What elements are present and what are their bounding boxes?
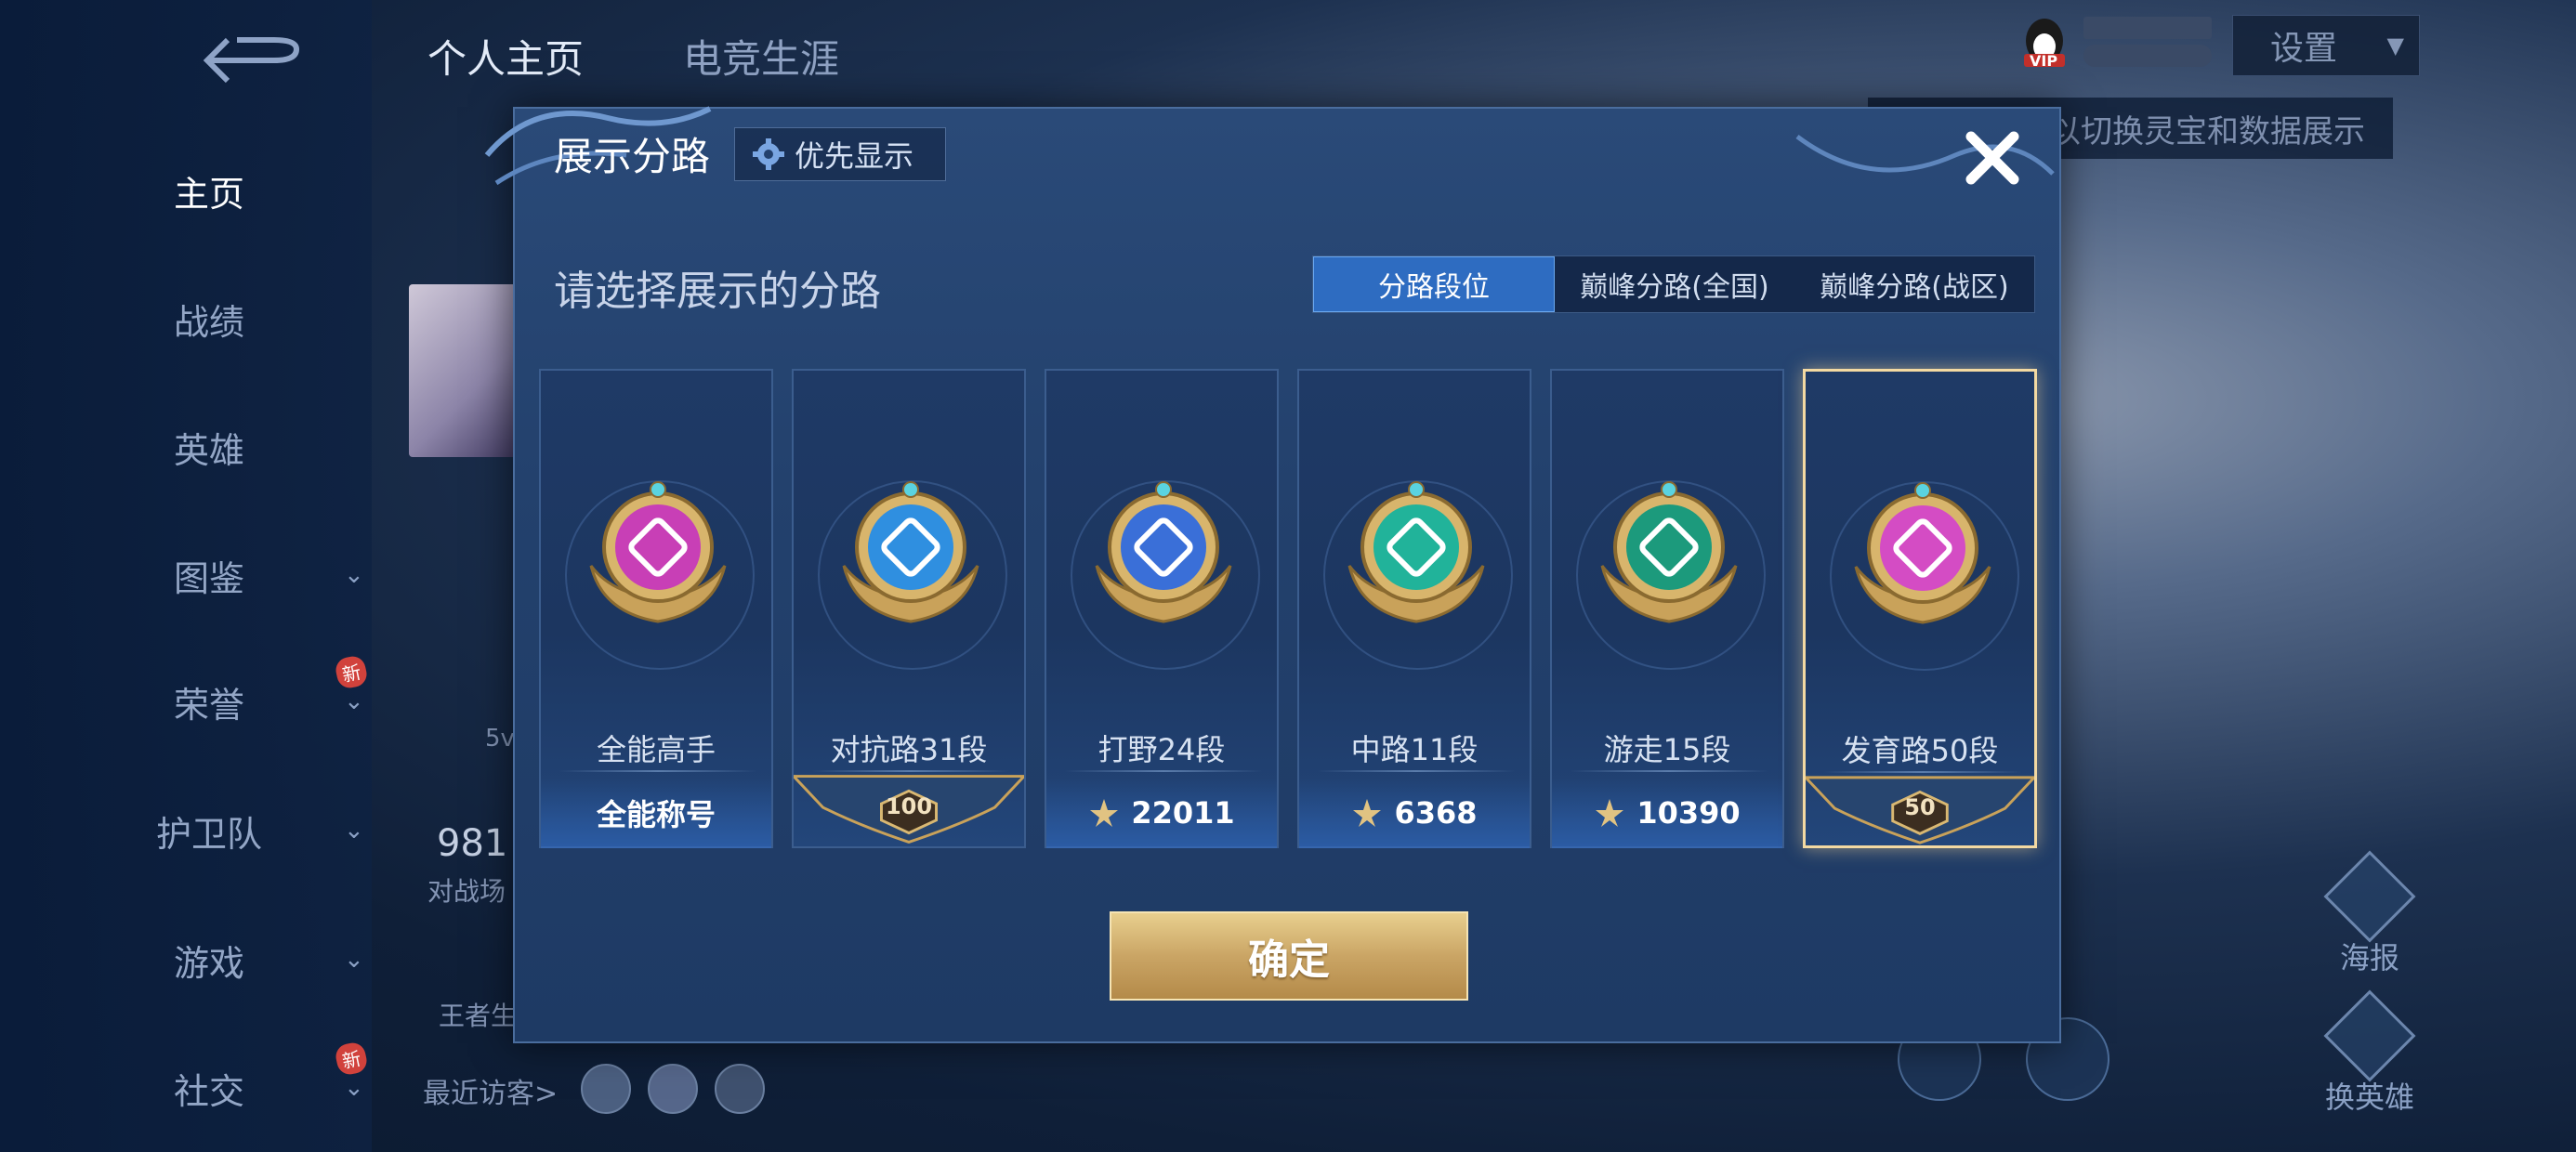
back-icon[interactable] bbox=[200, 33, 302, 88]
tab-personal-home[interactable]: 个人主页 bbox=[427, 28, 584, 93]
sidebar-item-label: 战绩 bbox=[173, 301, 244, 343]
roam-icon bbox=[1600, 481, 1738, 623]
lane-card[interactable]: 对抗路31段 100 bbox=[792, 369, 1026, 848]
lane-card[interactable]: 游走15段 10390 bbox=[1550, 369, 1784, 848]
sidebar-item-label: 护卫队 bbox=[155, 813, 262, 855]
priority-label: 优先显示 bbox=[795, 138, 914, 174]
tab-lane-rank[interactable]: 分路段位 bbox=[1313, 256, 1555, 312]
lane-value: 全能称号 bbox=[596, 797, 716, 832]
vip-label: VIP bbox=[2030, 52, 2058, 70]
lane-name: 发育路50段 bbox=[1841, 733, 1999, 768]
stat-label: 对战场 bbox=[427, 876, 506, 907]
poster-button[interactable]: 海报 bbox=[2314, 850, 2425, 977]
clash-lane-icon bbox=[842, 481, 979, 623]
lane-name: 游走15段 bbox=[1603, 732, 1731, 767]
chevron-down-icon: ⌄ bbox=[344, 687, 364, 715]
sidebar-item-label: 英雄 bbox=[173, 429, 244, 471]
title-label: 全能称号 bbox=[541, 778, 771, 848]
partial-text: 王者生 bbox=[439, 1001, 518, 1031]
tab-peak-region[interactable]: 巅峰分路(战区) bbox=[1794, 256, 2034, 312]
farm-lane-icon bbox=[1854, 482, 1991, 624]
tab-esports-career[interactable]: 电竞生涯 bbox=[683, 28, 839, 93]
lane-points: 6368 bbox=[1299, 778, 1530, 848]
poster-label: 海报 bbox=[2339, 940, 2399, 975]
lane-name: 打野24段 bbox=[1097, 732, 1226, 767]
lane-card[interactable]: 打野24段 22011 bbox=[1045, 369, 1279, 848]
lane-value: 6368 bbox=[1394, 795, 1478, 831]
tab-peak-national[interactable]: 巅峰分路(全国) bbox=[1555, 256, 1794, 312]
poster-icon bbox=[2323, 850, 2416, 943]
sidebar-item-home[interactable]: 主页 bbox=[139, 163, 362, 218]
priority-display-button[interactable]: 优先显示 bbox=[734, 127, 946, 181]
sidebar-item-heroes[interactable]: 英雄 bbox=[139, 419, 362, 475]
avatar bbox=[409, 284, 520, 457]
lane-name: 对抗路31段 bbox=[830, 732, 988, 767]
power-icon bbox=[1353, 799, 1382, 827]
avatar[interactable] bbox=[581, 1064, 631, 1114]
gear-icon bbox=[753, 138, 784, 170]
power-icon bbox=[1090, 799, 1119, 827]
lane-value: 22011 bbox=[1131, 795, 1235, 831]
chevron-down-icon: ⌄ bbox=[344, 561, 364, 589]
rank-number: 50 bbox=[1904, 794, 1936, 820]
lane-card[interactable]: 全能高手 全能称号 bbox=[539, 369, 773, 848]
sidebar-item-honor[interactable]: 荣誉 ⌄ 新 bbox=[139, 654, 370, 729]
chevron-down-icon: ▼ bbox=[2386, 33, 2404, 59]
chevron-down-icon: ⌄ bbox=[344, 1074, 364, 1102]
sidebar-item-games[interactable]: 游戏 ⌄ bbox=[139, 932, 364, 988]
recent-visitors-link[interactable]: 最近访客> bbox=[423, 1070, 558, 1111]
divider bbox=[559, 770, 756, 772]
visitor-avatars[interactable] bbox=[581, 1064, 765, 1114]
power-icon bbox=[1596, 799, 1624, 827]
flame-icon bbox=[2323, 989, 2416, 1082]
confirm-label: 确定 bbox=[1248, 936, 1330, 984]
lane-tab-bar: 分路段位 巅峰分路(全国) 巅峰分路(战区) bbox=[1312, 255, 2035, 313]
close-icon[interactable] bbox=[1960, 125, 2025, 190]
allround-icon bbox=[589, 481, 727, 623]
stat-value: 981 bbox=[437, 822, 508, 865]
chevron-down-icon: ⌄ bbox=[344, 946, 364, 974]
section-subtitle: 请选择展示的分路 bbox=[554, 268, 881, 315]
lane-name: 全能高手 bbox=[596, 732, 716, 767]
mid-lane-icon bbox=[1347, 481, 1485, 623]
sidebar-item-collection[interactable]: 图鉴 ⌄ bbox=[139, 547, 364, 603]
sidebar-item-label: 荣誉 bbox=[173, 684, 244, 726]
vip-badge[interactable]: VIP bbox=[2017, 13, 2221, 74]
sidebar-item-social[interactable]: 社交 ⌄ 新 bbox=[139, 1041, 370, 1116]
confirm-button[interactable]: 确定 bbox=[1110, 911, 1468, 1001]
avatar[interactable] bbox=[648, 1064, 698, 1114]
hint-text: 以切换灵宝和数据展示 bbox=[2049, 112, 2365, 151]
avatar[interactable] bbox=[715, 1064, 765, 1114]
sidebar-item-guard[interactable]: 护卫队 ⌄ bbox=[139, 803, 364, 858]
jungle-icon bbox=[1095, 481, 1232, 623]
divider bbox=[1318, 770, 1515, 772]
sidebar-item-label: 游戏 bbox=[173, 942, 244, 984]
sidebar-item-label: 主页 bbox=[173, 173, 244, 215]
badge-text: 5v bbox=[485, 725, 515, 753]
sidebar-item-label: 社交 bbox=[173, 1070, 244, 1112]
lane-value: 10390 bbox=[1636, 795, 1741, 831]
lane-card[interactable]: 中路11段 6368 bbox=[1297, 369, 1531, 848]
divider bbox=[1065, 770, 1262, 772]
chevron-down-icon: ⌄ bbox=[344, 817, 364, 844]
setting-label: 设置 bbox=[2270, 30, 2338, 68]
lane-card[interactable]: 发育路50段 50 bbox=[1803, 369, 2037, 848]
lane-name: 中路11段 bbox=[1350, 732, 1479, 767]
divider bbox=[1571, 770, 1768, 772]
sidebar-item-label: 图鉴 bbox=[173, 557, 244, 599]
sidebar-item-records[interactable]: 战绩 bbox=[139, 291, 362, 347]
lane-points: 22011 bbox=[1046, 778, 1277, 848]
rank-number: 100 bbox=[885, 793, 933, 819]
lane-display-dialog: 展示分路 优先显示 请选择展示的分路 分路段位 巅峰分路(全国) 巅峰分路(战区… bbox=[484, 106, 2061, 1043]
dialog-title: 展示分路 bbox=[554, 134, 711, 179]
switch-hero-label: 换英雄 bbox=[2324, 1080, 2414, 1115]
switch-hero-button[interactable]: 换英雄 bbox=[2314, 989, 2425, 1117]
lane-points: 10390 bbox=[1552, 778, 1782, 848]
setting-button[interactable]: 设置 ▼ bbox=[2232, 15, 2420, 76]
